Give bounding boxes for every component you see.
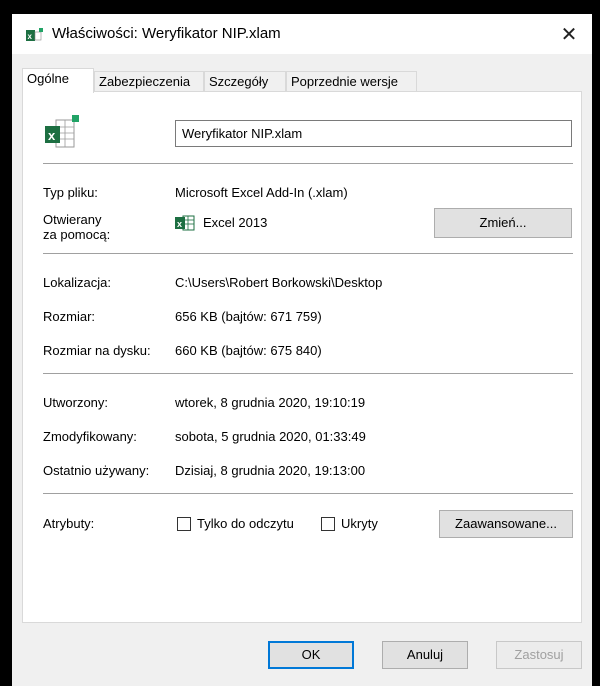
separator [43, 163, 573, 164]
hidden-checkbox[interactable] [321, 517, 335, 531]
excel-file-icon: x [26, 28, 43, 41]
svg-text:x: x [28, 32, 33, 41]
size-label: Rozmiar: [43, 309, 96, 324]
disk-size-value: 660 KB (bajtów: 675 840) [175, 343, 322, 358]
accessed-label: Ostatnio używany: [43, 463, 150, 478]
excel-file-icon: x [45, 115, 79, 148]
excel-app-icon: x [175, 215, 195, 231]
separator [43, 373, 573, 374]
opens-with-label-line2: za pomocą: [43, 227, 111, 242]
created-value: wtorek, 8 grudnia 2020, 19:10:19 [175, 395, 366, 410]
tab-previous-versions[interactable]: Poprzednie wersje [286, 71, 417, 91]
accessed-value: Dzisiaj, 8 grudnia 2020, 19:13:00 [175, 463, 366, 478]
cancel-button[interactable]: Anuluj [382, 641, 468, 669]
dialog-body: Ogólne Zabezpieczenia Szczegóły Poprzedn… [12, 54, 592, 686]
tab-general[interactable]: Ogólne [22, 68, 94, 93]
file-name-input[interactable]: Weryfikator NIP.xlam [175, 120, 572, 147]
svg-text:x: x [48, 128, 56, 143]
window-title: Właściwości: Weryfikator NIP.xlam [52, 25, 281, 42]
svg-text:x: x [177, 219, 182, 229]
type-label: Typ pliku: [43, 185, 98, 200]
size-value: 656 KB (bajtów: 671 759) [175, 309, 322, 324]
location-label: Lokalizacja: [43, 275, 111, 290]
tab-details[interactable]: Szczegóły [204, 71, 286, 91]
title-bar: x Właściwości: Weryfikator NIP.xlam ✕ [12, 14, 592, 54]
general-panel: x Weryfikator NIP.xlam Typ pliku: Micros… [22, 91, 582, 623]
close-icon: ✕ [560, 23, 578, 46]
modified-value: sobota, 5 grudnia 2020, 01:33:49 [175, 429, 366, 444]
attributes-label: Atrybuty: [43, 516, 95, 531]
disk-size-label: Rozmiar na dysku: [43, 343, 151, 358]
type-value: Microsoft Excel Add-In (.xlam) [175, 185, 348, 200]
change-button[interactable]: Zmień... [434, 208, 572, 238]
readonly-checkbox[interactable] [177, 517, 191, 531]
separator [43, 253, 573, 254]
modified-label: Zmodyfikowany: [43, 429, 137, 444]
opens-with-label-line1: Otwierany [43, 212, 102, 227]
separator [43, 493, 573, 494]
hidden-label: Ukryty [341, 516, 378, 531]
apply-button[interactable]: Zastosuj [496, 641, 582, 669]
location-value: C:\Users\Robert Borkowski\Desktop [175, 275, 383, 290]
readonly-label: Tylko do odczytu [197, 516, 294, 531]
opens-with-value: Excel 2013 [203, 215, 268, 230]
created-label: Utworzony: [43, 395, 109, 410]
advanced-button[interactable]: Zaawansowane... [439, 510, 573, 538]
tab-security[interactable]: Zabezpieczenia [94, 71, 204, 91]
properties-dialog: x Właściwości: Weryfikator NIP.xlam ✕ Og… [12, 14, 592, 686]
close-button[interactable]: ✕ [546, 14, 592, 54]
ok-button[interactable]: OK [268, 641, 354, 669]
